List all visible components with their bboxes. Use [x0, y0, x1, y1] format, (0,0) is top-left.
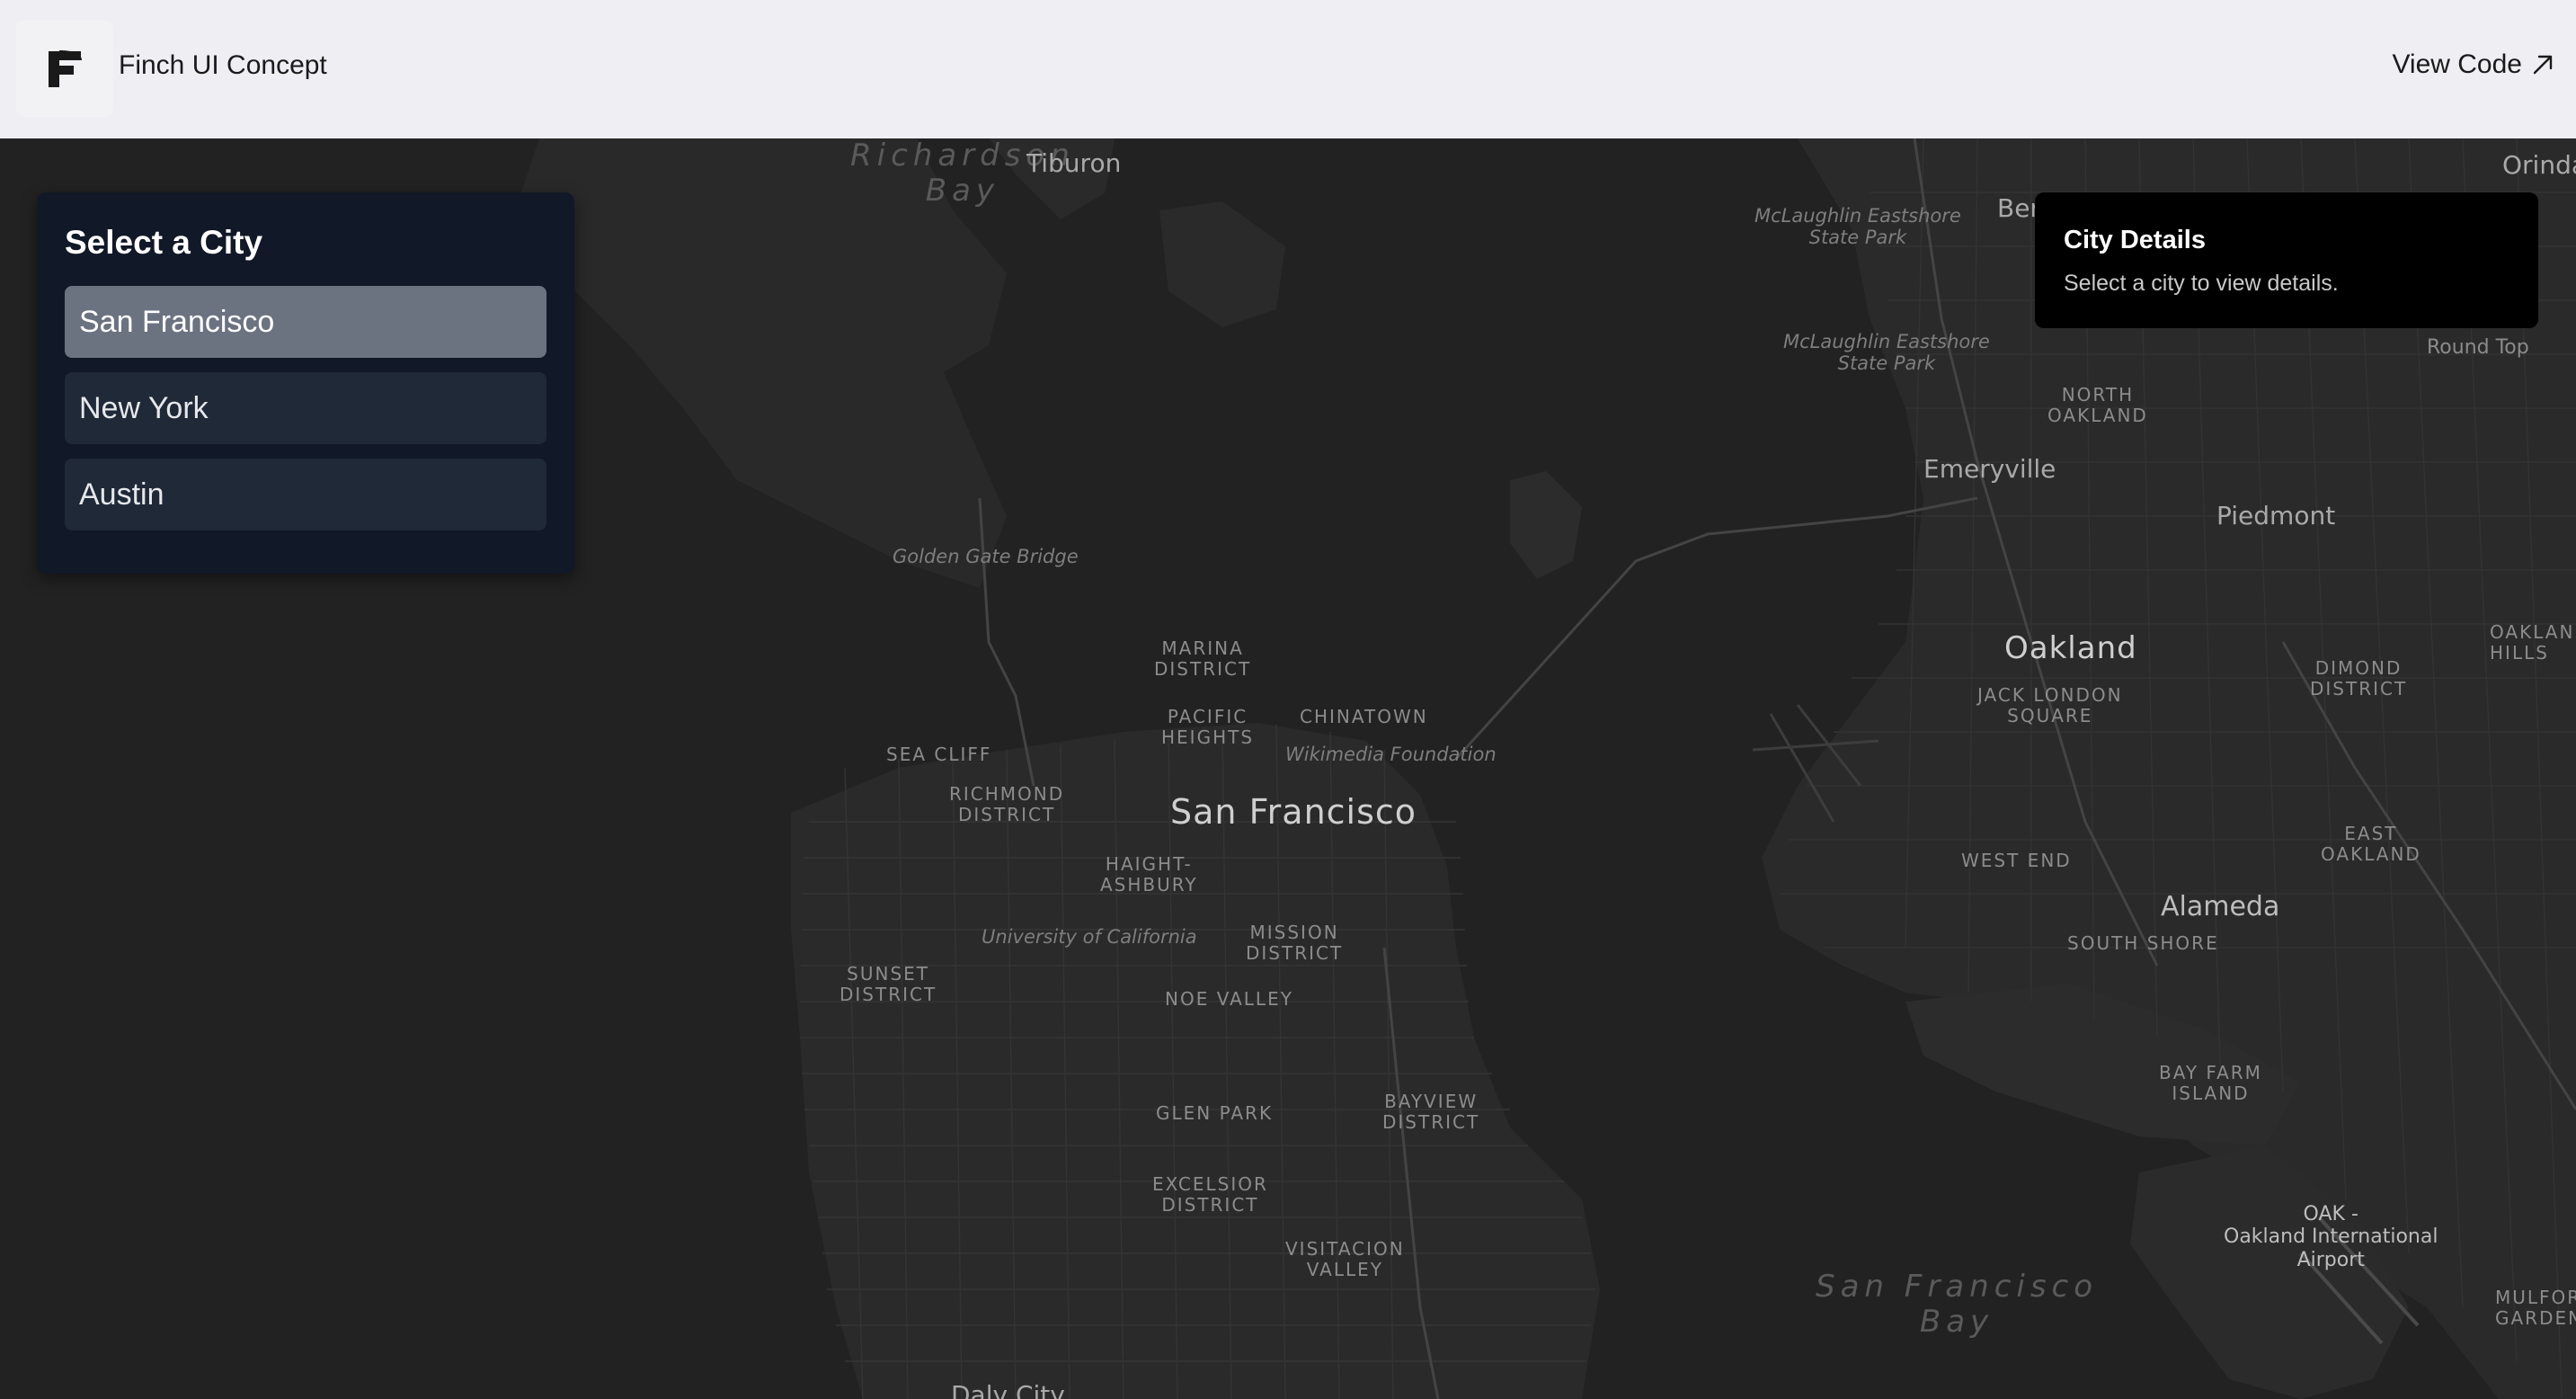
arrow-up-right-icon: [2533, 55, 2553, 75]
map-label-mclaughlin-eastshore-2: McLaughlin Eastshore State Park: [1783, 331, 1990, 375]
city-details-card: City Details Select a city to view detai…: [2035, 192, 2538, 328]
map-label-oakland-hills: OAKLAN HILLS: [2490, 621, 2575, 664]
city-button-new-york[interactable]: New York: [65, 372, 546, 444]
map-label-marina-district: MARINA DISTRICT: [1154, 637, 1252, 680]
map-label-chinatown: CHINATOWN: [1300, 706, 1428, 727]
map-label-noe-valley: NOE VALLEY: [1165, 988, 1293, 1010]
map-label-san-francisco-bay: San Francisco Bay: [1816, 1269, 2099, 1341]
map-label-glen-park: GLEN PARK: [1156, 1102, 1274, 1124]
map-label-excelsior-district: EXCELSIOR DISTRICT: [1152, 1173, 1268, 1216]
map-label-daly-city: Daly City: [951, 1380, 1065, 1399]
map-label-orinda: Orinda: [2502, 150, 2576, 180]
map-label-bayview-district: BAYVIEW DISTRICT: [1382, 1091, 1480, 1133]
map-label-san-francisco: San Francisco: [1170, 792, 1417, 832]
map-label-piedmont: Piedmont: [2216, 501, 2336, 530]
map-label-sea-cliff: SEA CLIFF: [886, 744, 992, 765]
map-label-tiburon: Tiburon: [1026, 148, 1122, 178]
map-label-mclaughlin-eastshore-1: McLaughlin Eastshore State Park: [1754, 205, 1961, 249]
map-label-pacific-heights: PACIFIC HEIGHTS: [1161, 706, 1255, 748]
top-bar: Finch UI Concept View Code: [0, 0, 2576, 138]
view-code-link[interactable]: View Code: [2392, 47, 2554, 83]
map-label-west-end: WEST END: [1961, 850, 2072, 871]
map-label-north-oakland: NORTH OAKLAND: [2047, 384, 2148, 426]
map-label-visitacion-valley: VISITACION VALLEY: [1285, 1238, 1405, 1280]
city-button-san-francisco[interactable]: San Francisco: [65, 286, 546, 358]
city-selector-panel: Select a City San Francisco New York Aus…: [37, 192, 574, 574]
map-label-bay-farm-island: BAY FARM ISLAND: [2159, 1062, 2262, 1104]
finch-logo-icon[interactable]: [16, 20, 113, 117]
map-label-emeryville: Emeryville: [1923, 454, 2056, 484]
city-button-austin[interactable]: Austin: [65, 459, 546, 530]
map-label-alameda: Alameda: [2161, 891, 2280, 922]
app-title: Finch UI Concept: [119, 50, 327, 80]
map-label-mulford-gardens: MULFOR GARDEN: [2495, 1287, 2576, 1329]
map-label-golden-gate-bridge: Golden Gate Bridge: [893, 546, 1079, 567]
map-label-east-oakland: EAST OAKLAND: [2321, 823, 2421, 865]
map-label-richmond-district: RICHMOND DISTRICT: [949, 783, 1065, 825]
view-code-label: View Code: [2392, 49, 2522, 79]
map-label-round-top: Round Top: [2427, 336, 2529, 359]
map-label-mission-district: MISSION DISTRICT: [1246, 922, 1344, 964]
map-label-south-shore: SOUTH SHORE: [2067, 932, 2219, 954]
map-label-sunset-district: SUNSET DISTRICT: [839, 963, 937, 1005]
map-label-oak-airport: OAK - Oakland International Airport: [2224, 1203, 2438, 1271]
map-label-berkeley: Ber: [1997, 193, 2040, 223]
city-details-body: Select a city to view details.: [2064, 271, 2339, 296]
map-label-oakland: Oakland: [2004, 630, 2137, 666]
map-label-wikimedia-foundation: Wikimedia Foundation: [1285, 744, 1497, 765]
map-label-jack-london-square: JACK LONDON SQUARE: [1977, 684, 2123, 726]
map-label-haight-ashbury: HAIGHT- ASHBURY: [1100, 853, 1198, 896]
city-selector-title: Select a City: [65, 224, 263, 261]
map-label-dimond-district: DIMOND DISTRICT: [2310, 657, 2408, 700]
city-details-title: City Details: [2064, 226, 2206, 254]
map-label-university-of-california: University of California: [982, 926, 1197, 948]
